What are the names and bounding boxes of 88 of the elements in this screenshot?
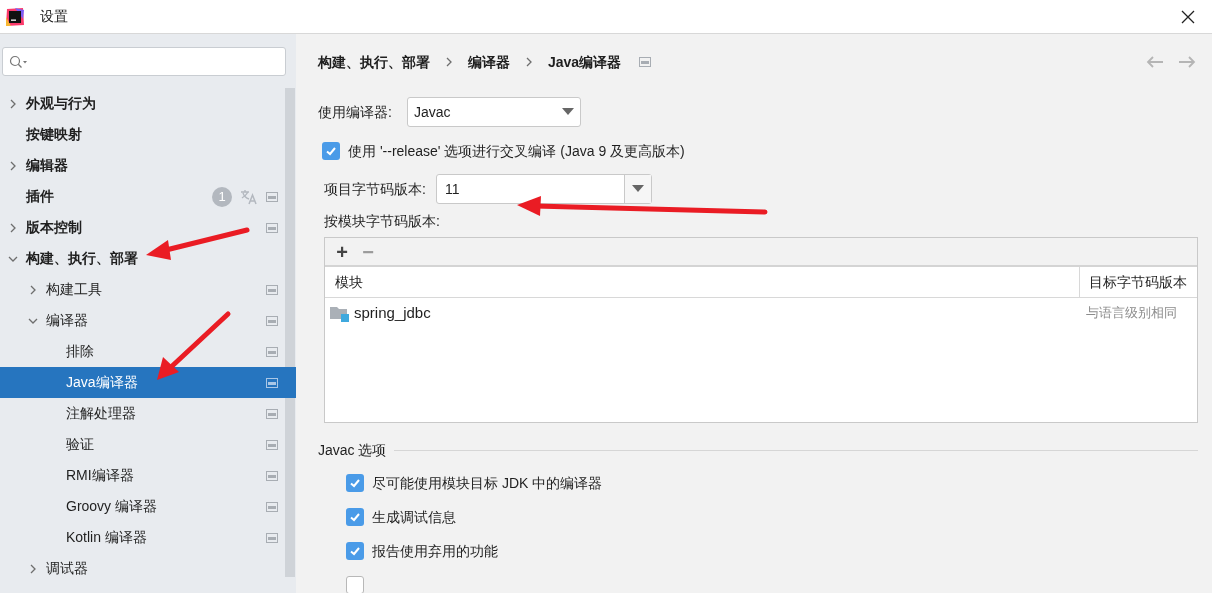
option-label: 尽可能使用模块目标 JDK 中的编译器: [372, 473, 603, 493]
project-settings-icon: [266, 470, 278, 481]
tree-item-label: Groovy 编译器: [66, 497, 157, 516]
tree-item-label: 验证: [66, 435, 94, 454]
tree-item-label: 调试器: [46, 559, 88, 578]
app-logo-icon: [5, 6, 25, 27]
tree-item[interactable]: 验证: [0, 429, 296, 460]
tree-item[interactable]: 构建、执行、部署: [0, 243, 296, 274]
project-settings-icon: [266, 315, 278, 326]
tree-item-label: 版本控制: [26, 218, 82, 237]
window-title: 设置: [40, 7, 68, 26]
option-label: 报告使用弃用的功能: [372, 541, 498, 561]
checkbox[interactable]: [346, 474, 364, 492]
tree-item[interactable]: 外观与行为: [0, 88, 296, 119]
add-button[interactable]: +: [333, 240, 351, 263]
tree-item[interactable]: Java编译器: [0, 367, 296, 398]
tree-item[interactable]: 调试器: [0, 553, 296, 584]
project-settings-icon: [266, 284, 278, 295]
breadcrumb-item[interactable]: 编译器: [468, 51, 510, 73]
table-cell-text: spring_jdbc: [354, 302, 431, 323]
tree-item[interactable]: 编译器: [0, 305, 296, 336]
project-settings-icon: [266, 501, 278, 512]
checkbox[interactable]: [346, 576, 364, 593]
chevron-right-icon[interactable]: [524, 57, 534, 67]
project-settings-icon: [266, 439, 278, 450]
checkbox[interactable]: [322, 142, 340, 160]
project-settings-icon: [266, 377, 278, 388]
chevron-right-icon[interactable]: [8, 222, 18, 233]
checkmark-icon: [349, 477, 361, 489]
search-icon: [9, 54, 29, 69]
tree-item[interactable]: 编辑器: [0, 150, 296, 181]
tree-item-label: 插件: [26, 187, 54, 206]
tree-item-label: 构建工具: [46, 280, 102, 299]
chevron-right-icon[interactable]: [8, 98, 18, 109]
count-badge: 1: [212, 186, 232, 207]
module-folder-icon: [330, 304, 349, 322]
tree-item[interactable]: 构建工具: [0, 274, 296, 305]
tree-item-label: 排除: [66, 342, 94, 361]
tree-item-label: 注解处理器: [66, 404, 136, 423]
tree-item[interactable]: 插件 1: [0, 181, 296, 212]
chevron-right-icon[interactable]: [8, 160, 18, 171]
tree-item[interactable]: 排除: [0, 336, 296, 367]
release-option-label: 使用 '--release' 选项进行交叉编译 (Java 9 及更高版本): [348, 141, 685, 161]
close-icon[interactable]: [1181, 9, 1195, 24]
chevron-right-icon[interactable]: [28, 284, 38, 295]
tree-item-label: 编译器: [46, 311, 88, 330]
checkmark-icon: [325, 145, 337, 157]
tree-item[interactable]: 版本控制: [0, 212, 296, 243]
option-label: 生成调试信息: [372, 507, 456, 527]
project-bytecode-label: 项目字节码版本:: [324, 179, 426, 199]
table-cell-text: 与语言级别相同: [1085, 304, 1178, 323]
chevron-right-icon[interactable]: [28, 563, 38, 574]
tree-item[interactable]: 按键映射: [0, 119, 296, 150]
project-settings-icon: [639, 57, 652, 67]
project-settings-icon: [266, 532, 278, 543]
tree-item-label: RMI编译器: [66, 466, 134, 485]
tree-item-label: Java编译器: [66, 373, 138, 392]
chevron-right-icon[interactable]: [444, 57, 454, 67]
checkmark-icon: [349, 545, 361, 557]
checkbox[interactable]: [346, 542, 364, 560]
compiler-label: 使用编译器:: [318, 102, 392, 122]
tree-item-label: Kotlin 编译器: [66, 528, 147, 547]
search-field[interactable]: [2, 47, 286, 76]
dropdown-arrow-icon: [631, 185, 644, 193]
breadcrumb-item[interactable]: Java编译器: [548, 51, 622, 73]
dropdown-arrow-icon: [561, 108, 574, 116]
tree-item[interactable]: Groovy 编译器: [0, 491, 296, 522]
tree-item[interactable]: 注解处理器: [0, 398, 296, 429]
scrollbar-thumb[interactable]: [285, 88, 295, 577]
tree-item-label: 编辑器: [26, 156, 68, 175]
project-settings-icon: [266, 222, 278, 233]
bytecode-version-combo[interactable]: 11: [435, 174, 652, 204]
column-header[interactable]: 目标字节码版本: [1079, 267, 1197, 297]
project-settings-icon: [266, 346, 278, 357]
tree-item[interactable]: RMI编译器: [0, 460, 296, 491]
column-header[interactable]: 模块: [325, 271, 1079, 293]
tree-item-label: 外观与行为: [26, 94, 96, 113]
tree-item-label: 按键映射: [26, 125, 82, 144]
tree-item-label: 构建、执行、部署: [26, 249, 138, 268]
module-bytecode-label: 按模块字节码版本:: [324, 211, 440, 231]
checkbox[interactable]: [346, 508, 364, 526]
compiler-dropdown[interactable]: Javac: [406, 97, 581, 127]
tree-item[interactable]: Kotlin 编译器: [0, 522, 296, 553]
checkmark-icon: [349, 511, 361, 523]
breadcrumb-item[interactable]: 构建、执行、部署: [318, 51, 430, 73]
project-settings-icon: [266, 408, 278, 419]
project-settings-icon: [266, 191, 278, 202]
section-title: Javac 选项: [318, 440, 387, 460]
